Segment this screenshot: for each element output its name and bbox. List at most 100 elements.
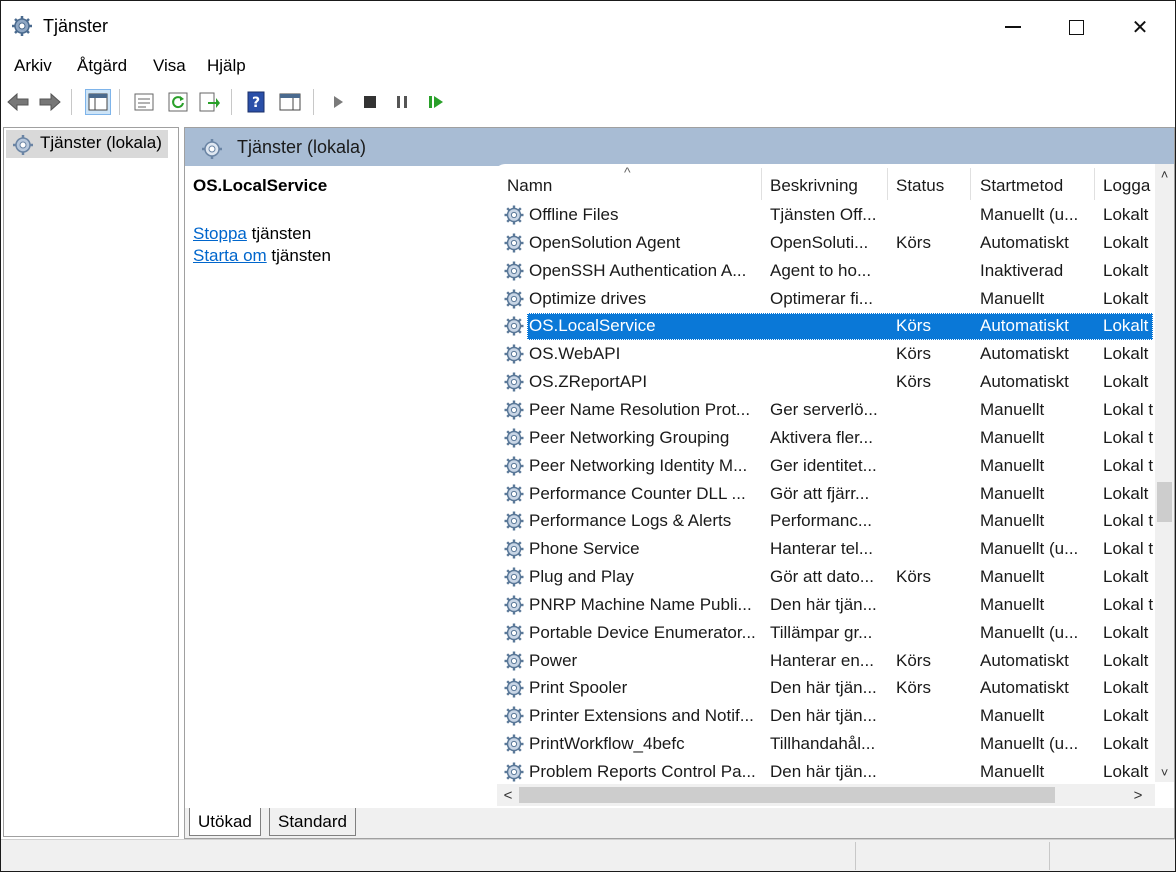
tree-item-services-local[interactable]: Tjänster (lokala) [6, 130, 168, 158]
back-button[interactable] [5, 89, 31, 115]
cell-name: Printer Extensions and Notif... [529, 706, 754, 726]
cell-status: Körs [896, 344, 931, 364]
table-row[interactable]: Peer Networking Identity M... Ger identit… [497, 453, 1153, 480]
table-row[interactable]: Optimize drives Optimerar fi... Manuellt Lo… [497, 286, 1153, 313]
cell-startup-type: Manuellt [980, 762, 1045, 781]
table-row[interactable]: Plug and Play Gör att dato... Körs Manuellt… [497, 564, 1153, 591]
cell-log-on-as: Lokalt [1103, 762, 1149, 781]
column-header-startup-type[interactable]: Startmetod [980, 176, 1063, 196]
cell-name: OS.LocalService [529, 316, 656, 336]
help-button[interactable]: ? [243, 89, 269, 115]
service-gear-icon [503, 538, 525, 565]
menu-arkiv[interactable]: Arkiv [14, 56, 52, 76]
menu-atgard[interactable]: Åtgärd [77, 56, 127, 76]
vertical-scrollbar[interactable]: ˄ ˅ [1155, 164, 1174, 782]
cell-description: Tillhandahål... [770, 734, 876, 754]
cell-description: Aktivera fler... [770, 427, 873, 447]
refresh-button[interactable] [165, 89, 191, 115]
vertical-scroll-thumb[interactable] [1157, 482, 1172, 522]
cell-description: Gör att fjärr... [770, 483, 870, 503]
table-row[interactable]: Print Spooler Den här tjän... Körs Automati… [497, 675, 1153, 702]
tab-extended[interactable]: Utökad [189, 808, 261, 836]
table-row[interactable]: OS.WebAPI Körs Automatiskt Lokalt [497, 341, 1153, 368]
cell-description: OpenSoluti... [770, 232, 869, 252]
table-row[interactable]: Peer Networking Grouping Aktivera fler...… [497, 425, 1153, 452]
column-header-status[interactable]: Status [896, 176, 944, 196]
menu-visa[interactable]: Visa [153, 56, 186, 76]
cell-name: Optimize drives [529, 288, 647, 308]
service-gear-icon [503, 733, 525, 760]
cell-startup-type: Manuellt (u... [980, 205, 1079, 224]
cell-log-on-as: Lokalt [1103, 650, 1149, 670]
cell-startup-type: Manuellt [980, 706, 1045, 726]
cell-description: Den här tjän... [770, 678, 877, 698]
table-row[interactable]: Phone Service Hanterar tel... Manuellt (u.… [497, 536, 1153, 563]
chevron-right-icon: > [1133, 786, 1143, 804]
cell-log-on-as: Lokal t [1103, 455, 1153, 475]
restart-icon [429, 96, 443, 108]
table-row[interactable]: Performance Counter DLL ... Gör att fjärr… [497, 481, 1153, 508]
table-row[interactable]: Power Hanterar en... Körs Automatiskt Lokalt [497, 648, 1153, 675]
menu-hjalp[interactable]: Hjälp [207, 56, 246, 76]
table-row[interactable]: Performance Logs & Alerts Performanc... Ma… [497, 508, 1153, 535]
stop-service-link[interactable]: Stoppa [193, 224, 247, 243]
status-bar [1, 839, 1175, 871]
show-hide-action-pane-button[interactable] [277, 89, 303, 115]
cell-startup-type: Manuellt [980, 427, 1045, 447]
cell-description: Performanc... [770, 511, 873, 531]
cell-status: Körs [896, 650, 931, 670]
cell-description: Tillämpar gr... [770, 622, 873, 642]
service-gear-icon [503, 371, 525, 398]
cell-description: Den här tjän... [770, 762, 877, 781]
table-row[interactable]: Printer Extensions and Notif... Den här t… [497, 703, 1153, 730]
scroll-down-button[interactable]: ˅ [1155, 762, 1174, 782]
close-button[interactable]: ✕ [1111, 1, 1169, 53]
cell-name: Performance Counter DLL ... [529, 483, 746, 503]
show-console-tree-button[interactable] [85, 89, 111, 115]
maximize-button[interactable] [1047, 1, 1105, 53]
table-row[interactable]: Peer Name Resolution Prot... Ger serverlö… [497, 397, 1153, 424]
console-tree: Tjänster (lokala) [3, 127, 179, 837]
table-row[interactable]: PNRP Machine Name Publi... Den här tjän..… [497, 592, 1153, 619]
scroll-left-button[interactable]: < [497, 784, 519, 806]
cell-startup-type: Manuellt [980, 511, 1045, 531]
cell-log-on-as: Lokal t [1103, 539, 1153, 559]
service-gear-icon [503, 510, 525, 537]
minimize-icon [1005, 26, 1021, 28]
scroll-up-button[interactable]: ˄ [1155, 164, 1174, 184]
table-row[interactable]: OS.ZReportAPI Körs Automatiskt Lokalt [497, 369, 1153, 396]
start-service-button[interactable] [325, 89, 351, 115]
table-row[interactable]: PrintWorkflow_4befc Tillhandahål... Manuel… [497, 731, 1153, 758]
restart-service-link[interactable]: Starta om [193, 246, 267, 265]
table-row[interactable]: Problem Reports Control Pa... Den här tjä… [497, 759, 1153, 784]
forward-button[interactable] [37, 89, 63, 115]
table-row[interactable]: Offline Files Tjänsten Off... Manuellt (u.… [497, 202, 1153, 229]
scroll-right-button[interactable]: > [1127, 784, 1149, 806]
column-header-name[interactable]: Namn [507, 176, 552, 196]
cell-log-on-as: Lokalt [1103, 734, 1149, 754]
stop-service-button[interactable] [357, 89, 383, 115]
restart-service-button[interactable] [423, 89, 449, 115]
table-row[interactable]: OpenSSH Authentication A... Agent to ho..… [497, 258, 1153, 285]
cell-log-on-as: Lokal t [1103, 511, 1153, 531]
minimize-button[interactable] [984, 1, 1042, 53]
cell-startup-type: Manuellt (u... [980, 539, 1079, 559]
horizontal-scroll-thumb[interactable] [519, 787, 1055, 803]
properties-button[interactable] [131, 89, 157, 115]
cell-log-on-as: Lokal t [1103, 427, 1153, 447]
horizontal-scrollbar[interactable]: < > [497, 784, 1155, 806]
table-row[interactable]: Portable Device Enumerator... Tillämpar g… [497, 620, 1153, 647]
column-header-description[interactable]: Beskrivning [770, 176, 858, 196]
panel-title: Tjänster (lokala) [237, 137, 367, 157]
cell-name: OpenSSH Authentication A... [529, 260, 747, 280]
tab-standard[interactable]: Standard [269, 808, 356, 836]
column-header-log-on-as[interactable]: Logga [1103, 176, 1150, 196]
cell-startup-type: Automatiskt [980, 372, 1069, 392]
pause-service-button[interactable] [389, 89, 415, 115]
sort-ascending-icon: ^ [624, 164, 631, 180]
table-row[interactable]: OpenSolution Agent OpenSoluti... Körs Autom… [497, 230, 1153, 257]
export-list-button[interactable] [197, 89, 223, 115]
cell-description: Tjänsten Off... [770, 205, 877, 224]
cell-name: OS.WebAPI [529, 344, 621, 364]
table-row[interactable]: OS.LocalService Körs Automatiskt Lokalt [497, 313, 1153, 341]
